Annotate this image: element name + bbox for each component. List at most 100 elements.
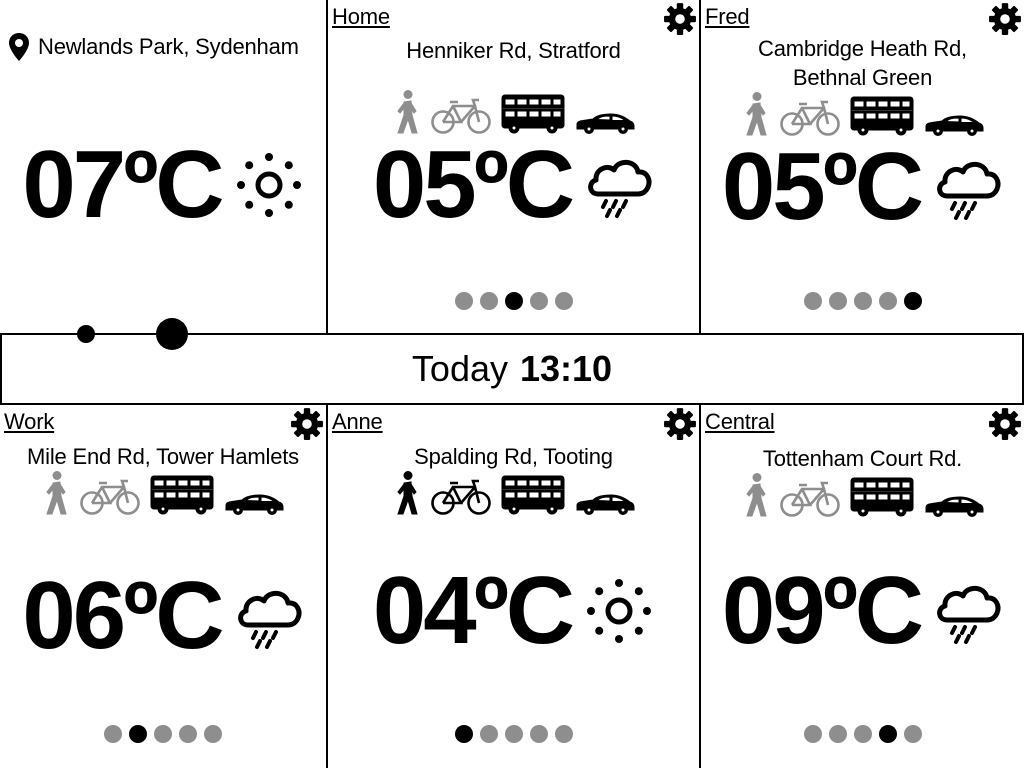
gear-icon[interactable] [663, 407, 697, 441]
weather-home: 05ºC [328, 137, 699, 233]
gear-icon[interactable] [988, 2, 1022, 36]
page-dot[interactable] [504, 725, 523, 743]
place-address-anne: Spalding Rd, Tooting [414, 444, 613, 469]
gear-icon[interactable] [988, 407, 1022, 441]
double-decker-bus-icon[interactable] [850, 477, 914, 517]
day-label: Today [411, 348, 508, 389]
divider [699, 405, 701, 768]
car-icon[interactable] [924, 114, 984, 136]
place-panel-work[interactable]: Work Mile End Rd, Tower Hamlets 06ºC [0, 405, 326, 768]
page-dot[interactable] [179, 725, 197, 743]
current-location: Newlands Park, Sydenham [8, 32, 299, 62]
temperature-anne: 04ºC [372, 557, 575, 664]
page-dot[interactable] [803, 292, 822, 310]
place-panel-central[interactable]: Central Tottenham Court Rd. 09ºC [701, 405, 1024, 768]
place-name-fred[interactable]: Fred [705, 4, 750, 30]
gear-icon[interactable] [290, 407, 324, 441]
double-decker-bus-icon[interactable] [501, 475, 565, 515]
page-dot[interactable] [204, 725, 222, 743]
page-dot[interactable] [529, 292, 548, 310]
page-dot[interactable] [803, 725, 822, 743]
page-dot[interactable] [479, 292, 498, 310]
bicycle-icon[interactable] [780, 481, 840, 517]
temperature-home: 05ºC [372, 131, 575, 238]
place-address-fred: Cambridge Heath Rd, Bethnal Green [701, 34, 1024, 92]
page-dot[interactable] [529, 725, 548, 743]
transport-modes-work [0, 471, 326, 515]
time-slider-handle[interactable] [156, 318, 188, 350]
page-dots-home [328, 292, 699, 310]
place-name-anne[interactable]: Anne [332, 409, 383, 435]
sun-icon [584, 576, 654, 646]
page-dots-anne [328, 725, 699, 743]
place-name-home[interactable]: Home [332, 4, 390, 30]
double-decker-bus-icon[interactable] [150, 475, 214, 515]
place-panel-home[interactable]: Home Henniker Rd, Stratford 05ºC [328, 0, 699, 333]
car-icon[interactable] [575, 493, 635, 515]
bicycle-icon[interactable] [780, 100, 840, 136]
location-pin-icon [8, 32, 30, 62]
sun-icon [234, 150, 304, 220]
car-icon[interactable] [224, 493, 284, 515]
time-label: 13:10 [520, 348, 613, 389]
page-dot[interactable] [903, 725, 922, 743]
gear-icon[interactable] [663, 2, 697, 36]
page-dot-active[interactable] [504, 292, 523, 310]
page-dot[interactable] [828, 725, 847, 743]
walking-person-icon[interactable] [393, 90, 421, 134]
transport-modes-central [701, 473, 1024, 517]
car-icon[interactable] [575, 112, 635, 134]
current-temperature: 07ºC [22, 131, 224, 238]
page-dot[interactable] [554, 292, 573, 310]
transport-modes-home [328, 90, 699, 134]
walking-person-icon[interactable] [742, 92, 770, 136]
page-dot[interactable] [454, 292, 473, 310]
place-panel-anne[interactable]: Anne Spalding Rd, Tooting 04ºC [328, 405, 699, 768]
weather-central: 09ºC [701, 563, 1024, 659]
place-panel-fred[interactable]: Fred Cambridge Heath Rd, Bethnal Green 0… [701, 0, 1024, 333]
page-dot[interactable] [479, 725, 498, 743]
page-dot[interactable] [554, 725, 573, 743]
page-dots-central [701, 725, 1024, 743]
weather-work: 06ºC [0, 568, 326, 664]
page-dot-active[interactable] [129, 725, 147, 743]
weather-fred: 05ºC [701, 139, 1024, 235]
bicycle-icon[interactable] [80, 479, 140, 515]
page-dots-fred [701, 292, 1024, 310]
temperature-fred: 05ºC [721, 133, 924, 240]
page-dot[interactable] [104, 725, 122, 743]
page-dot-active[interactable] [454, 725, 473, 743]
page-dot[interactable] [878, 292, 897, 310]
place-address-line1: Cambridge Heath Rd, [758, 36, 967, 61]
place-address-work: Mile End Rd, Tower Hamlets [27, 444, 299, 469]
current-location-panel: Newlands Park, Sydenham 07ºC [0, 0, 326, 333]
bicycle-icon[interactable] [431, 479, 491, 515]
double-decker-bus-icon[interactable] [501, 94, 565, 134]
page-dot-active[interactable] [903, 292, 922, 310]
car-icon[interactable] [924, 495, 984, 517]
time-slider-start-handle[interactable] [77, 325, 95, 343]
walking-person-icon[interactable] [42, 471, 70, 515]
page-dot[interactable] [853, 725, 872, 743]
page-dots-work [0, 725, 326, 743]
place-name-work[interactable]: Work [4, 409, 54, 435]
bicycle-icon[interactable] [431, 98, 491, 134]
place-name-central[interactable]: Central [705, 409, 775, 435]
rain-icon [933, 152, 1003, 222]
rain-icon [584, 150, 654, 220]
walking-person-icon[interactable] [742, 473, 770, 517]
page-dot-active[interactable] [878, 725, 897, 743]
temperature-central: 09ºC [721, 557, 924, 664]
double-decker-bus-icon[interactable] [850, 96, 914, 136]
place-address-central: Tottenham Court Rd. [762, 446, 963, 471]
rain-icon [933, 576, 1003, 646]
page-dot[interactable] [154, 725, 172, 743]
weather-anne: 04ºC [328, 563, 699, 659]
page-dot[interactable] [828, 292, 847, 310]
time-bar: Today 13:10 [0, 333, 1024, 405]
page-dot[interactable] [853, 292, 872, 310]
walking-person-icon[interactable] [393, 471, 421, 515]
rain-icon [234, 581, 304, 651]
current-location-label: Newlands Park, Sydenham [38, 34, 299, 59]
temperature-work: 06ºC [22, 562, 224, 669]
